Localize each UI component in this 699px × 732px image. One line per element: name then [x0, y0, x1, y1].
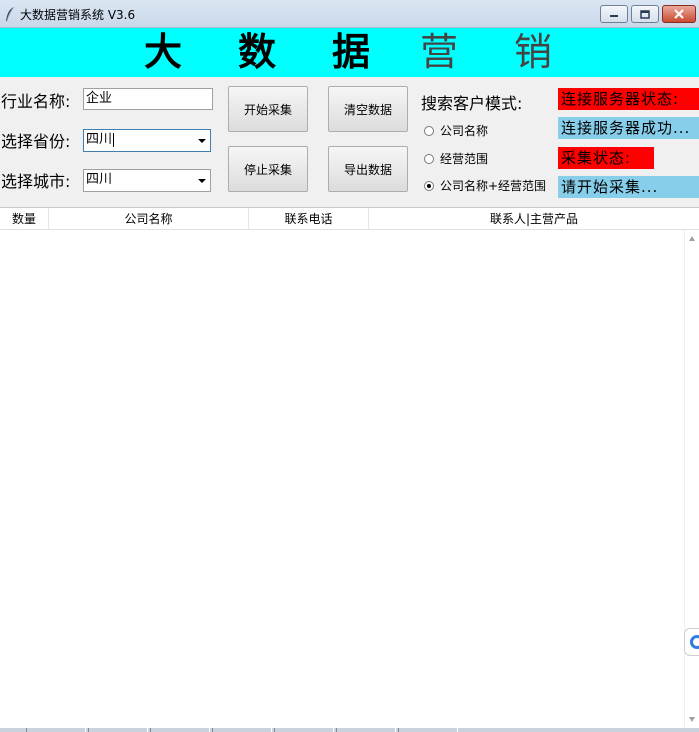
banner-char: 据 [332, 30, 371, 74]
chevron-down-icon[interactable] [198, 179, 206, 183]
start-collect-button[interactable]: 开始采集 [228, 86, 308, 132]
taskbar-segment[interactable] [398, 728, 458, 732]
clear-data-button[interactable]: 清空数据 [328, 86, 408, 132]
feather-icon [6, 6, 15, 21]
table-header: 数量 公司名称 联系电话 联系人|主营产品 [0, 207, 699, 230]
banner-char: 销 [514, 30, 553, 74]
taskbar-segment[interactable] [336, 728, 396, 732]
radio-icon [424, 125, 434, 136]
taskbar-segment[interactable] [88, 728, 148, 732]
minimize-button[interactable] [600, 5, 628, 23]
province-label: 选择省份: [1, 132, 71, 151]
maximize-icon [632, 6, 658, 22]
province-select[interactable]: 四川 [83, 129, 211, 152]
taskbar-segment[interactable] [212, 728, 272, 732]
taskbar-segment[interactable] [274, 728, 334, 732]
radio-label: 经营范围 [440, 152, 489, 166]
city-select[interactable]: 四川 [83, 169, 211, 192]
assistant-icon [690, 635, 699, 649]
column-header-contact[interactable]: 联系人|主营产品 [369, 208, 699, 230]
results-table[interactable] [0, 230, 684, 728]
banner-char: 大 [144, 30, 183, 74]
taskbar-segment[interactable] [26, 728, 86, 732]
city-label: 选择城市: [1, 172, 71, 191]
minimize-icon [601, 6, 627, 22]
collect-status-value: 请开始采集... [558, 176, 699, 198]
app-window: 大数据营销系统 V3.6 大 数 据 营 销 行业名称: 企业 选择省份: 四川 [0, 0, 699, 732]
industry-label: 行业名称: [1, 92, 71, 111]
radio-name-and-scope[interactable]: 公司名称+经营范围 [424, 177, 546, 194]
radio-label: 公司名称+经营范围 [440, 179, 547, 193]
scroll-up-icon[interactable] [689, 236, 695, 241]
maximize-button[interactable] [631, 5, 659, 23]
radio-checked-icon [424, 180, 434, 191]
banner-char: 营 [420, 30, 459, 74]
province-value: 四川 [86, 132, 113, 147]
server-status-label: 连接服务器状态: [558, 88, 699, 110]
window-title: 大数据营销系统 V3.6 [20, 8, 136, 22]
title-bar[interactable]: 大数据营销系统 V3.6 [0, 0, 699, 28]
column-header-count[interactable]: 数量 [0, 208, 49, 230]
text-caret [113, 132, 115, 147]
column-header-phone[interactable]: 联系电话 [249, 208, 369, 230]
close-icon [663, 6, 695, 22]
radio-icon [424, 153, 434, 164]
export-data-button[interactable]: 导出数据 [328, 146, 408, 192]
industry-input[interactable]: 企业 [83, 88, 213, 110]
radio-business-scope[interactable]: 经营范围 [424, 150, 488, 167]
chevron-down-icon[interactable] [198, 139, 206, 143]
search-mode-label: 搜索客户模式: [421, 94, 523, 113]
radio-company-name[interactable]: 公司名称 [424, 122, 488, 139]
city-value: 四川 [86, 172, 113, 187]
taskbar-segment[interactable] [150, 728, 210, 732]
radio-label: 公司名称 [440, 124, 489, 138]
collect-status-label: 采集状态: [558, 147, 654, 169]
server-status-value: 连接服务器成功... [558, 117, 699, 139]
stop-collect-button[interactable]: 停止采集 [228, 146, 308, 192]
taskbar-strip [0, 728, 699, 732]
column-header-company[interactable]: 公司名称 [49, 208, 249, 230]
floating-assistant-button[interactable] [684, 628, 699, 656]
banner-char: 数 [238, 30, 277, 74]
close-button[interactable] [662, 5, 696, 23]
scroll-down-icon[interactable] [689, 717, 695, 722]
banner: 大 数 据 营 销 [0, 28, 699, 77]
